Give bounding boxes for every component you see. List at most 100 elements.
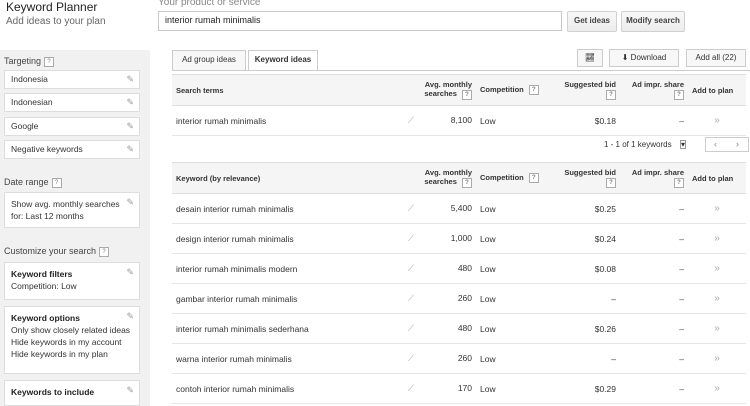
product-label: Your product or service	[158, 0, 261, 8]
help-icon[interactable]: ?	[674, 177, 684, 188]
targeting-item-network[interactable]: Google ✎	[4, 117, 140, 136]
targeting-item-label: Negative keywords	[11, 144, 83, 154]
trend-chart-icon[interactable]: ⟋	[408, 383, 414, 394]
keywords-to-include-title: Keywords to include	[11, 387, 95, 397]
help-icon[interactable]: ?	[606, 89, 616, 100]
col-ad-impr-share[interactable]: Ad impr. share ?	[620, 74, 688, 106]
keywords-to-include-box[interactable]: Keywords to include ✎	[4, 380, 140, 406]
add-to-plan-button[interactable]: »	[688, 313, 746, 344]
next-page-icon[interactable]: ›	[736, 138, 739, 151]
trend-chart-icon[interactable]: ⟋	[408, 323, 414, 334]
download-button[interactable]: ⬇ Download	[609, 49, 679, 67]
trend-chart-icon[interactable]: ⟋	[408, 263, 414, 274]
pencil-icon[interactable]: ✎	[126, 74, 134, 85]
col-ad-impr-share[interactable]: Ad impr. share ?	[620, 162, 688, 194]
add-to-plan-button[interactable]: »	[688, 223, 746, 254]
bid-cell: $0.25	[548, 193, 620, 224]
download-icon: ⬇	[621, 53, 629, 62]
share-cell: –	[620, 373, 688, 404]
col-keyword-relevance[interactable]: Keyword (by relevance)	[172, 162, 404, 194]
targeting-item-label: Google	[11, 121, 39, 131]
pencil-icon[interactable]: ✎	[126, 196, 134, 208]
prev-page-icon[interactable]: ‹	[714, 138, 717, 151]
keyword-filters-box[interactable]: Keyword filters Competition: Low ✎	[4, 262, 140, 300]
trend-chart-icon[interactable]: ⟋	[408, 115, 414, 126]
tab-ad-group-ideas[interactable]: Ad group ideas	[172, 50, 246, 70]
add-to-plan-button[interactable]: »	[688, 105, 746, 136]
pencil-icon[interactable]: ✎	[126, 266, 134, 278]
date-range-value: Show avg. monthly searches for: Last 12 …	[11, 199, 120, 221]
get-ideas-button[interactable]: Get ideas	[567, 11, 617, 32]
searches-cell: ⟋ 1,000	[404, 223, 476, 254]
bid-cell: $0.18	[548, 105, 620, 136]
add-all-button[interactable]: Add all (22)	[686, 49, 746, 67]
targeting-item-language[interactable]: Indonesian ✎	[4, 93, 140, 112]
pencil-icon[interactable]: ✎	[126, 121, 134, 132]
modify-search-button[interactable]: Modify search	[621, 11, 685, 32]
add-to-plan-button[interactable]: »	[688, 283, 746, 314]
table-header-row: Search terms Avg. monthly searches ? Com…	[172, 74, 746, 106]
share-cell: –	[620, 105, 688, 136]
targeting-item-location[interactable]: Indonesia ✎	[4, 70, 140, 89]
help-icon[interactable]: ?	[462, 89, 472, 100]
col-avg-searches[interactable]: Avg. monthly searches ?	[404, 162, 476, 194]
tab-keyword-ideas[interactable]: Keyword ideas	[248, 50, 318, 70]
keyword-cell: design interior rumah minimalis	[172, 223, 404, 254]
pencil-icon[interactable]: ✎	[126, 384, 134, 396]
line-chart-icon: 📈︎	[584, 53, 596, 62]
add-to-plan-button[interactable]: »	[688, 193, 746, 224]
trend-chart-icon[interactable]: ⟋	[408, 233, 414, 244]
table-row: interior rumah minimalis modern ⟋ 480 Low $0…	[172, 253, 746, 284]
searches-cell: ⟋ 480	[404, 313, 476, 344]
keyword-filters-value: Competition: Low	[11, 281, 77, 291]
help-icon[interactable]: ?	[44, 56, 55, 67]
col-suggested-bid[interactable]: Suggested bid ?	[548, 74, 620, 106]
help-icon[interactable]: ?	[51, 177, 62, 188]
add-to-plan-button[interactable]: »	[688, 253, 746, 284]
competition-cell: Low	[476, 313, 548, 344]
date-range-box[interactable]: Show avg. monthly searches for: Last 12 …	[4, 192, 140, 228]
help-icon[interactable]: ?	[528, 85, 539, 95]
searches-value: 480	[457, 263, 472, 273]
col-avg-searches[interactable]: Avg. monthly searches ?	[404, 74, 476, 106]
col-suggested-bid[interactable]: Suggested bid ?	[548, 162, 620, 194]
bid-cell: $0.24	[548, 223, 620, 254]
col-competition[interactable]: Competition ?	[476, 74, 548, 106]
targeting-item-negative-keywords[interactable]: Negative keywords ✎	[4, 140, 140, 159]
help-icon[interactable]: ?	[462, 177, 472, 188]
keyword-cell: interior rumah minimalis sederhana	[172, 313, 404, 344]
help-icon[interactable]: ?	[99, 246, 110, 257]
add-to-plan-button[interactable]: »	[688, 343, 746, 374]
keyword-options-title: Keyword options	[11, 313, 80, 323]
col-label: Ad impr. share	[631, 80, 684, 90]
trend-chart-icon[interactable]: ⟋	[408, 353, 414, 364]
add-to-plan-button[interactable]: »	[688, 373, 746, 404]
col-competition[interactable]: Competition ?	[476, 162, 548, 194]
pager-dropdown-icon[interactable]: ▾	[680, 140, 687, 149]
competition-cell: Low	[476, 193, 548, 224]
share-cell: –	[620, 253, 688, 284]
keyword-filters-title: Keyword filters	[11, 269, 73, 279]
targeting-item-label: Indonesia	[11, 74, 48, 84]
searches-cell: ⟋ 260	[404, 343, 476, 374]
keyword-options-box[interactable]: Keyword options Only show closely relate…	[4, 306, 140, 374]
table-row: design interior rumah minimalis ⟋ 1,000 Low…	[172, 223, 746, 254]
pencil-icon[interactable]: ✎	[126, 310, 134, 322]
pager: 1 - 1 of 1 keywords ▾ ‹ ›	[560, 137, 750, 154]
help-icon[interactable]: ?	[606, 177, 616, 188]
chart-toggle-button[interactable]: 📈︎	[577, 49, 603, 67]
help-icon[interactable]: ?	[674, 89, 684, 100]
competition-cell: Low	[476, 223, 548, 254]
col-search-terms[interactable]: Search terms	[172, 74, 404, 106]
bid-cell: $0.26	[548, 313, 620, 344]
pencil-icon[interactable]: ✎	[126, 97, 134, 108]
competition-cell: Low	[476, 105, 548, 136]
pencil-icon[interactable]: ✎	[126, 144, 134, 155]
trend-chart-icon[interactable]: ⟋	[408, 203, 414, 214]
competition-cell: Low	[476, 373, 548, 404]
pager-text: 1 - 1 of 1 keywords	[604, 140, 672, 149]
help-icon[interactable]: ?	[528, 173, 539, 183]
searches-value: 480	[457, 323, 472, 333]
product-search-input[interactable]: interior rumah minimalis	[158, 11, 562, 31]
trend-chart-icon[interactable]: ⟋	[408, 293, 414, 304]
